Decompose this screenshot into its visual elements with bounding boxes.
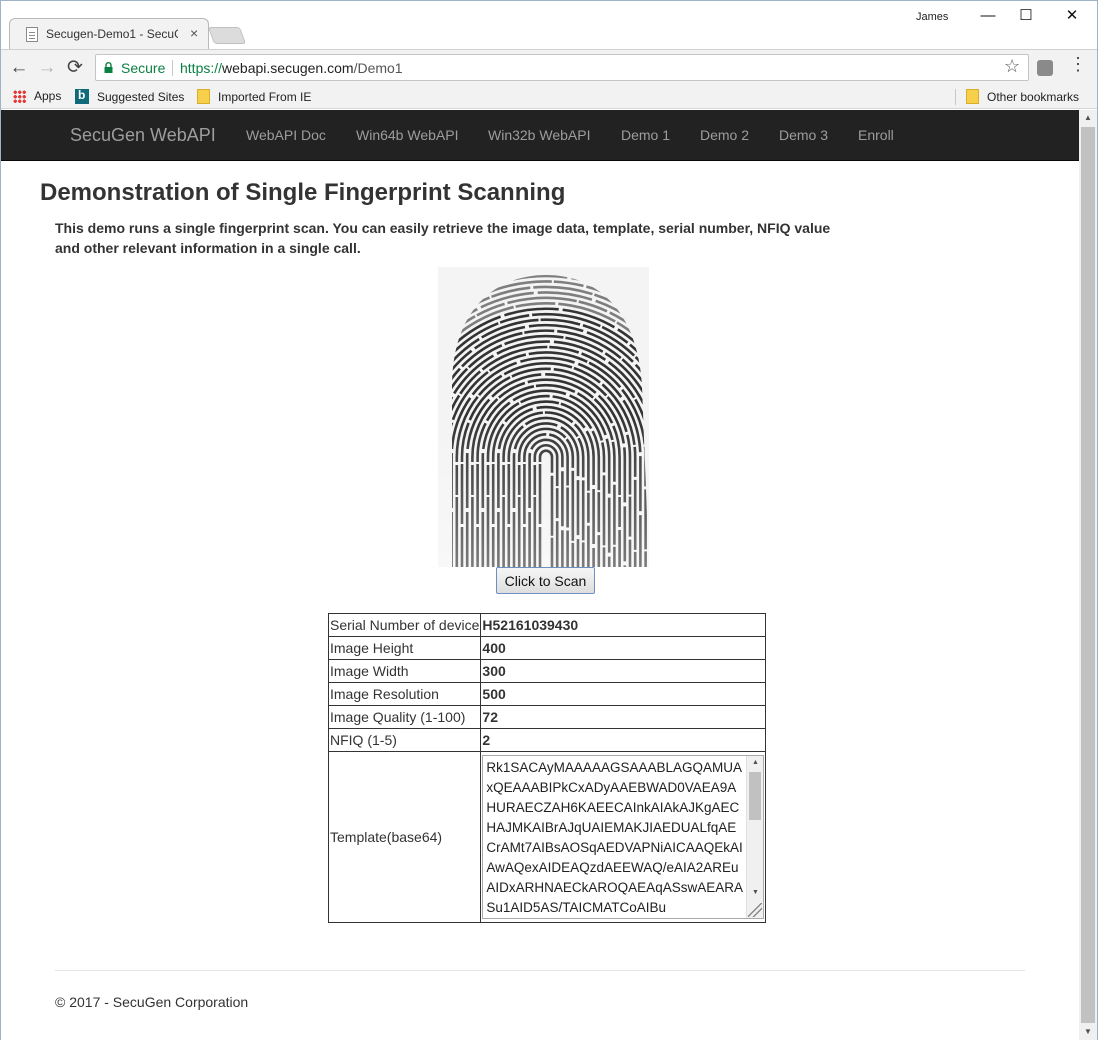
resize-grip-icon[interactable] [748, 903, 763, 917]
lock-icon [104, 62, 113, 73]
url-path: /Demo1 [353, 60, 403, 76]
folder-icon [197, 89, 210, 104]
height-label: Image Height [327, 636, 482, 660]
tab-title: Secugen-Demo1 - SecuGen [46, 27, 178, 41]
nav-link-demo3[interactable]: Demo 3 [779, 127, 828, 143]
table-row: Image Height 400 [327, 636, 767, 660]
nav-link-demo1[interactable]: Demo 1 [621, 127, 670, 143]
quality-label: Image Quality (1-100) [327, 705, 482, 729]
document-icon [26, 27, 38, 42]
template-cell: Rk1SACAyMAAAAAGSAAABLAGQAMUAxQEAAABIPkCx… [480, 751, 767, 923]
scan-results-table: Serial Number of device H52161039430 Ima… [327, 613, 767, 923]
scroll-down-arrow-icon[interactable]: ▼ [747, 886, 763, 900]
resolution-label: Image Resolution [327, 682, 482, 706]
click-to-scan-button[interactable]: Click to Scan [496, 567, 595, 594]
bookmark-star-icon[interactable]: ☆ [1004, 56, 1020, 77]
nav-link-win64b[interactable]: Win64b WebAPI [356, 127, 458, 143]
table-row: Template(base64) Rk1SACAyMAAAAAGSAAABLAG… [327, 751, 767, 923]
forward-icon[interactable]: → [35, 56, 59, 80]
new-tab-button[interactable] [207, 27, 247, 44]
footer-copyright: © 2017 - SecuGen Corporation [55, 994, 249, 1010]
maximize-icon[interactable]: ☐ [1011, 5, 1041, 27]
page-scrollbar[interactable]: ▲ ▼ [1079, 110, 1097, 1040]
profile-name[interactable]: James [916, 11, 948, 23]
footer-divider [55, 970, 1025, 971]
nfiq-label: NFIQ (1-5) [327, 728, 482, 752]
url-host: webapi.secugen.com [222, 60, 354, 76]
intro-text: This demo runs a single fingerprint scan… [55, 220, 831, 256]
page-scroll-thumb[interactable] [1081, 127, 1095, 1023]
browser-titlebar: Secugen-Demo1 - SecuGen × James — ☐ ✕ [1, 1, 1097, 49]
template-value[interactable]: Rk1SACAyMAAAAAGSAAABLAGQAMUAxQEAAABIPkCx… [486, 758, 744, 918]
quality-value: 72 [480, 705, 767, 729]
nav-link-demo2[interactable]: Demo 2 [700, 127, 749, 143]
bookmarks-divider [955, 89, 956, 105]
template-textarea[interactable]: Rk1SACAyMAAAAAGSAAABLAGQAMUAxQEAAABIPkCx… [482, 755, 765, 919]
back-icon[interactable]: ← [7, 56, 31, 80]
bookmark-other-label: Other bookmarks [987, 90, 1080, 104]
serial-value: H52161039430 [480, 613, 767, 637]
nfiq-value: 2 [480, 728, 767, 752]
minimize-icon[interactable]: — [973, 5, 1003, 27]
height-value: 400 [480, 636, 767, 660]
extension-icon[interactable] [1037, 60, 1053, 76]
serial-label: Serial Number of device [327, 613, 482, 637]
folder-icon [966, 89, 979, 104]
bookmark-apps-label: Apps [34, 89, 62, 103]
bookmarks-bar: Apps Suggested Sites Imported From IE Ot… [1, 85, 1097, 109]
fingerprint-image [438, 267, 649, 567]
nav-link-webapi-doc[interactable]: WebAPI Doc [246, 127, 326, 143]
page-title: Demonstration of Single Fingerprint Scan… [40, 179, 566, 206]
omnibox-divider [172, 60, 173, 76]
table-row: Image Width 300 [327, 659, 767, 683]
resolution-value: 500 [480, 682, 767, 706]
url-text[interactable]: https://webapi.secugen.com/Demo1 [180, 60, 403, 76]
table-row: Image Resolution 500 [327, 682, 767, 706]
navbar-brand[interactable]: SecuGen WebAPI [70, 125, 216, 146]
bing-icon [75, 88, 89, 104]
close-window-icon[interactable]: ✕ [1057, 5, 1087, 27]
address-bar[interactable]: Secure https://webapi.secugen.com/Demo1 … [95, 54, 1029, 81]
nav-link-win32b[interactable]: Win32b WebAPI [488, 127, 590, 143]
nav-link-enroll[interactable]: Enroll [858, 127, 894, 143]
reload-icon[interactable]: ⟳ [63, 56, 87, 80]
browser-tab-active[interactable]: Secugen-Demo1 - SecuGen × [9, 18, 209, 49]
width-value: 300 [480, 659, 767, 683]
table-row: Serial Number of device H52161039430 [327, 613, 767, 637]
bookmark-suggested-label: Suggested Sites [97, 90, 185, 104]
browser-toolbar: ← → ⟳ Secure https://webapi.secugen.com/… [1, 49, 1097, 85]
browser-menu-icon[interactable]: ⋮ [1069, 54, 1087, 75]
page-viewport: SecuGen WebAPI WebAPI Doc Win64b WebAPI … [1, 110, 1079, 1040]
scroll-thumb[interactable] [749, 772, 762, 820]
apps-grid-icon [13, 90, 26, 103]
bookmark-other[interactable]: Other bookmarks [966, 89, 1079, 104]
table-row: Image Quality (1-100) 72 [327, 705, 767, 729]
site-navbar: SecuGen WebAPI WebAPI Doc Win64b WebAPI … [1, 110, 1079, 161]
table-row: NFIQ (1-5) 2 [327, 728, 767, 752]
bookmark-apps[interactable]: Apps [13, 89, 61, 103]
width-label: Image Width [327, 659, 482, 683]
tab-close-icon[interactable]: × [190, 25, 198, 41]
scroll-up-arrow-icon[interactable]: ▲ [1079, 110, 1097, 126]
bookmark-imported-ie[interactable]: Imported From IE [197, 89, 311, 104]
url-protocol: https:// [180, 60, 223, 76]
scroll-down-arrow-icon[interactable]: ▼ [1079, 1024, 1097, 1040]
fingerprint-graphic [438, 267, 649, 567]
scroll-up-arrow-icon[interactable]: ▲ [747, 756, 763, 770]
bookmark-suggested-sites[interactable]: Suggested Sites [75, 88, 185, 104]
secure-label: Secure [121, 60, 166, 76]
template-label: Template(base64) [327, 751, 482, 923]
template-scrollbar[interactable]: ▲ ▼ [746, 756, 764, 918]
bookmark-imported-label: Imported From IE [218, 90, 312, 104]
